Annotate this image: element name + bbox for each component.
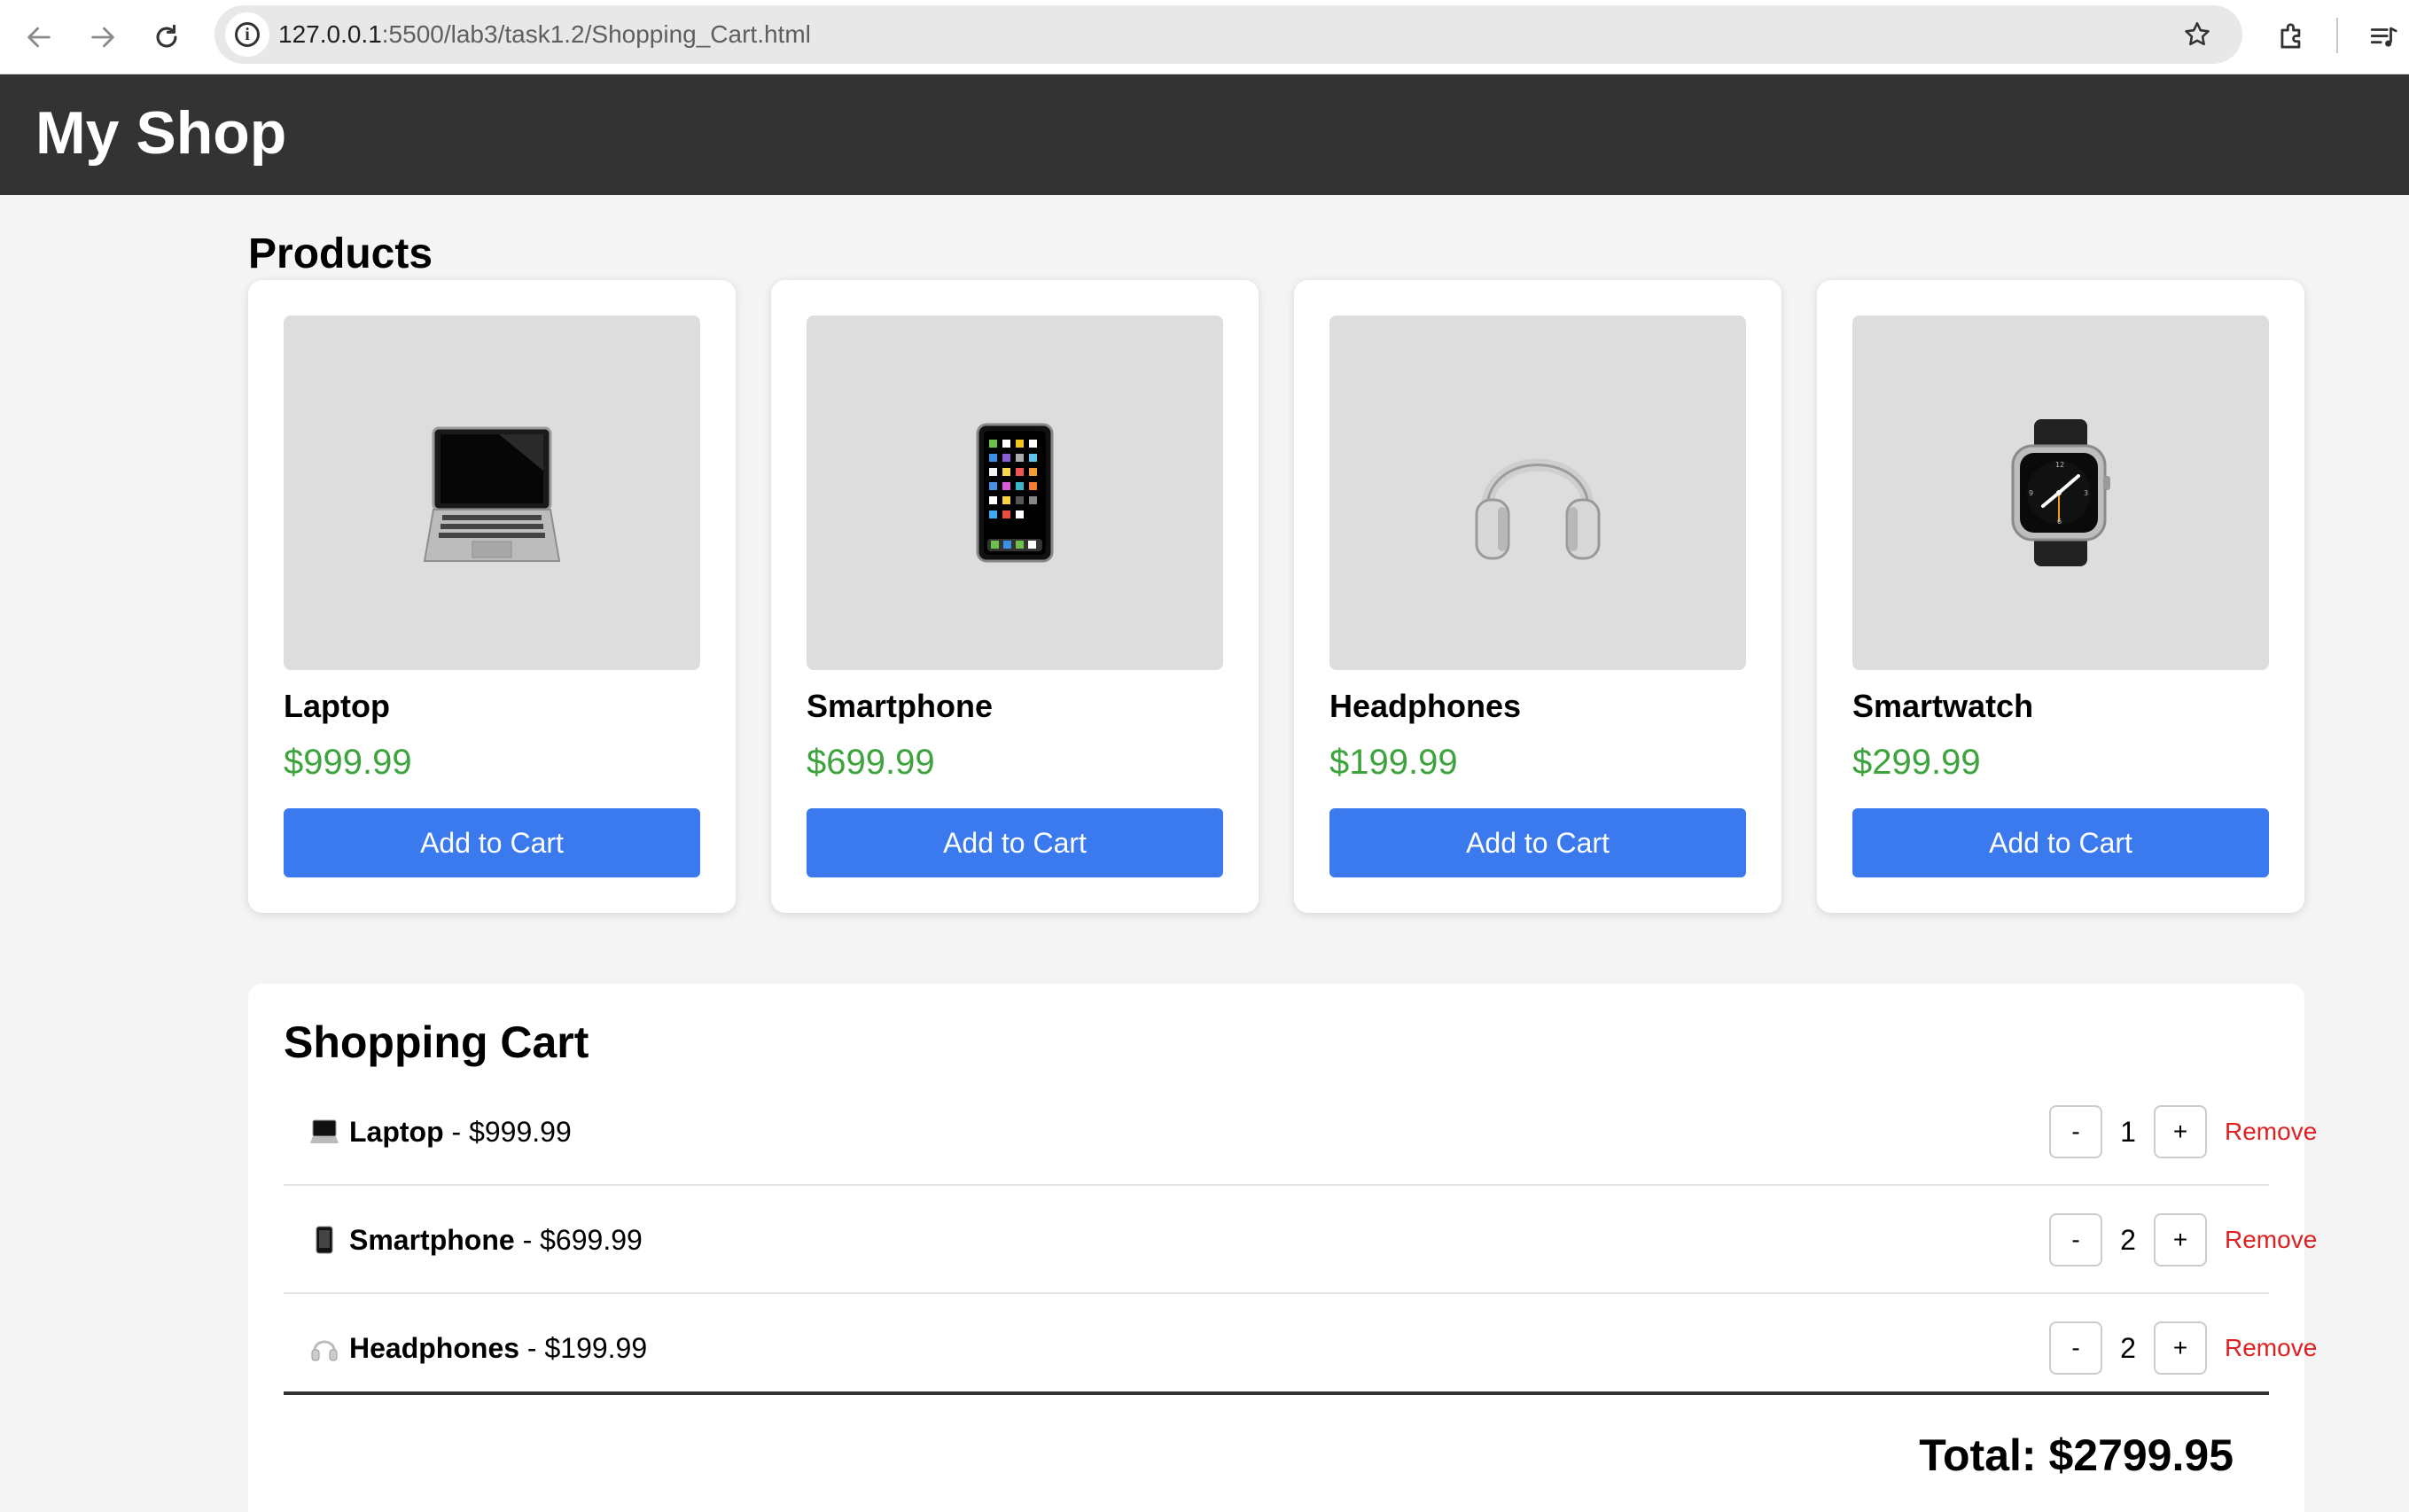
arrow-right-icon (91, 27, 114, 48)
shopping-cart: Shopping Cart Laptop - $999.99 - 1 + Rem… (248, 984, 2317, 1512)
remove-button[interactable]: Remove (2225, 1118, 2317, 1146)
product-image (1329, 316, 1746, 670)
cart-total-divider (284, 1391, 2269, 1395)
star-icon (2185, 21, 2210, 46)
add-to-cart-button[interactable]: Add to Cart (284, 808, 700, 877)
headphones-icon (1475, 458, 1601, 560)
cart-item-info: Smartphone - $699.99 (308, 1186, 643, 1294)
product-card-headphones: Headphones $199.99 Add to Cart (1294, 280, 1781, 913)
decrease-quantity-button[interactable]: - (2049, 1321, 2102, 1375)
product-card-smartwatch: 12 3 6 9 Smartwatch $299.99 Add to Cart (1817, 280, 2304, 913)
reload-icon (156, 24, 177, 48)
headphones-icon (308, 1332, 340, 1364)
url-host: 127.0.0.1 (278, 20, 382, 48)
decrease-quantity-button[interactable]: - (2049, 1213, 2102, 1266)
product-image: 12 3 6 9 (1852, 316, 2269, 670)
site-title: My Shop (35, 99, 287, 167)
cart-item-price: - $699.99 (514, 1223, 643, 1256)
product-card-laptop: Laptop $999.99 Add to Cart (248, 280, 736, 913)
url-text[interactable]: 127.0.0.1:5500/lab3/task1.2/Shopping_Car… (278, 5, 811, 64)
bookmark-button[interactable] (2175, 12, 2219, 57)
quantity-value: 2 (2120, 1223, 2136, 1256)
product-image (284, 316, 700, 670)
laptop-icon (423, 426, 561, 562)
product-name: Laptop (284, 688, 390, 724)
cart-item-smartphone: Smartphone - $699.99 - 2 + Remove (284, 1186, 2317, 1294)
cart-item-price: - $999.99 (443, 1115, 572, 1148)
smartwatch-icon: 12 3 6 9 (2011, 419, 2110, 566)
back-button[interactable] (12, 11, 66, 64)
extensions-button[interactable] (2265, 11, 2319, 64)
cart-item-name: Headphones (349, 1331, 520, 1364)
music-queue-icon (2370, 27, 2397, 47)
product-name: Smartwatch (1852, 688, 2034, 724)
site-info-button[interactable]: i (225, 12, 269, 57)
address-bar[interactable]: i 127.0.0.1:5500/lab3/task1.2/Shopping_C… (214, 5, 2242, 64)
puzzle-icon (2280, 23, 2301, 49)
product-name: Headphones (1329, 688, 1522, 724)
add-to-cart-button[interactable]: Add to Cart (1852, 808, 2269, 877)
increase-quantity-button[interactable]: + (2154, 1105, 2207, 1158)
cart-total: Total: $2799.95 (1919, 1430, 2234, 1480)
cart-item-price: - $199.99 (519, 1331, 648, 1364)
url-path: :5500/lab3/task1.2/Shopping_Cart.html (381, 20, 811, 48)
add-to-cart-button[interactable]: Add to Cart (807, 808, 1223, 877)
media-control-button[interactable] (2358, 11, 2409, 64)
forward-button[interactable] (76, 11, 129, 64)
quantity-controls: - 2 + Remove (2049, 1186, 2317, 1294)
quantity-controls: - 2 + Remove (2049, 1294, 2317, 1402)
product-price: $999.99 (284, 743, 412, 782)
increase-quantity-button[interactable]: + (2154, 1321, 2207, 1375)
quantity-controls: - 1 + Remove (2049, 1078, 2317, 1186)
svg-text:9: 9 (2029, 489, 2033, 497)
increase-quantity-button[interactable]: + (2154, 1213, 2207, 1266)
decrease-quantity-button[interactable]: - (2049, 1105, 2102, 1158)
product-name: Smartphone (807, 688, 994, 724)
cart-heading: Shopping Cart (284, 1017, 589, 1067)
smartphone-icon (308, 1224, 340, 1256)
cart-item-info: Laptop - $999.99 (308, 1078, 572, 1186)
remove-button[interactable]: Remove (2225, 1334, 2317, 1362)
laptop-icon (308, 1116, 340, 1148)
products-heading: Products (248, 230, 433, 277)
quantity-value: 2 (2120, 1331, 2136, 1364)
svg-text:3: 3 (2084, 489, 2088, 497)
site-header: My Shop (0, 74, 2409, 195)
svg-text:6: 6 (2057, 518, 2062, 526)
reload-button[interactable] (140, 11, 193, 64)
toolbar-divider (2336, 18, 2338, 53)
info-icon: i (235, 22, 260, 47)
smartphone-icon (976, 423, 1054, 563)
cart-item-headphones: Headphones - $199.99 - 2 + Remove (284, 1294, 2317, 1402)
product-price: $199.99 (1329, 743, 1458, 782)
product-price: $699.99 (807, 743, 935, 782)
svg-text:12: 12 (2055, 461, 2064, 469)
cart-item-name: Laptop (349, 1115, 444, 1148)
add-to-cart-button[interactable]: Add to Cart (1329, 808, 1746, 877)
product-card-smartphone: Smartphone $699.99 Add to Cart (771, 280, 1259, 913)
remove-button[interactable]: Remove (2225, 1226, 2317, 1254)
cart-item-name: Smartphone (349, 1223, 515, 1256)
cart-item-info: Headphones - $199.99 (308, 1294, 647, 1402)
product-price: $299.99 (1852, 743, 1981, 782)
product-image (807, 316, 1223, 670)
cart-item-laptop: Laptop - $999.99 - 1 + Remove (284, 1078, 2317, 1186)
quantity-value: 1 (2120, 1115, 2136, 1148)
arrow-left-icon (27, 27, 51, 48)
browser-toolbar: i 127.0.0.1:5500/lab3/task1.2/Shopping_C… (0, 0, 2409, 74)
